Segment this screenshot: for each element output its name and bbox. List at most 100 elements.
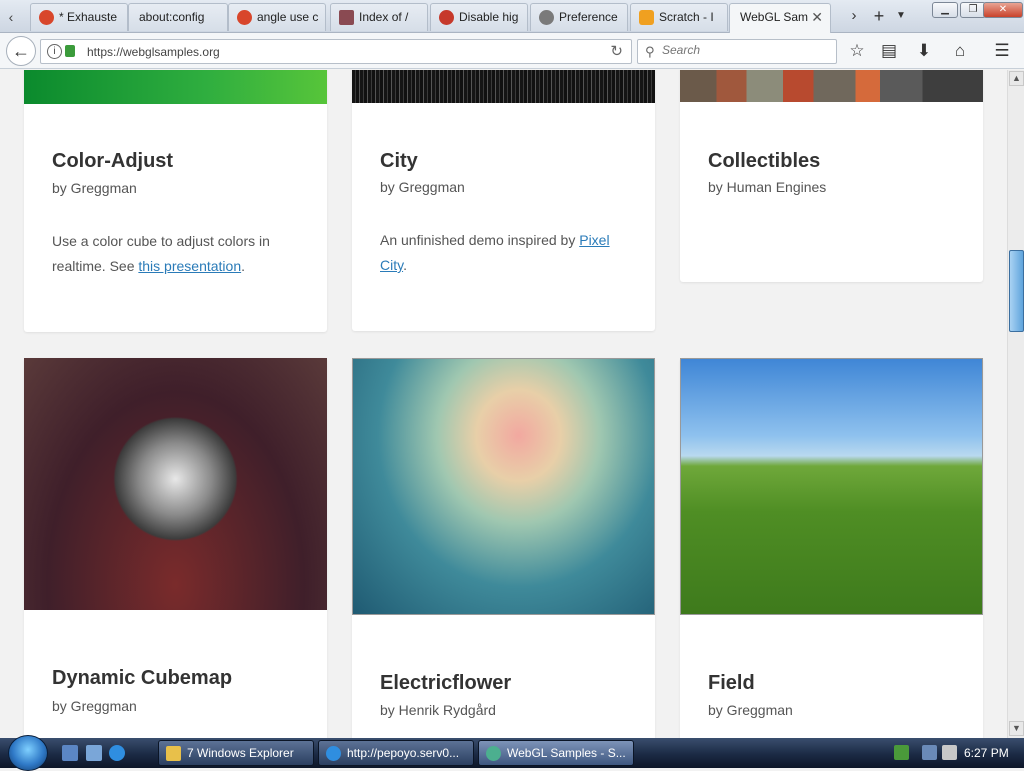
internet-explorer-icon [326,746,341,761]
show-desktop-icon[interactable] [62,745,78,761]
volume-icon[interactable] [942,745,957,760]
tab-angle[interactable]: angle use c [228,3,326,31]
opera-icon [39,10,54,25]
card-author: by Greggman [52,180,137,196]
folder-icon [166,746,181,761]
mozilla-icon [439,10,454,25]
scrollbar-thumb[interactable] [1009,250,1024,332]
info-icon[interactable]: i [47,44,62,59]
arrow-left-icon: ← [12,41,30,61]
card-title[interactable]: Field [708,672,755,695]
tab-label: Index of / [359,10,409,24]
back-button[interactable]: ← [6,36,36,66]
bookmark-star-icon[interactable]: ☆ [846,40,868,62]
color-adjust-thumbnail[interactable] [24,70,327,104]
url-text: https://webglsamples.org [87,45,220,59]
minimize-button[interactable]: ▁ [932,2,958,18]
tab-label: * Exhauste [59,10,118,24]
tab-label: Scratch - I [659,10,714,24]
taskbar-label: http://pepoyo.serv0... [347,746,460,760]
card-title[interactable]: Collectibles [708,150,820,173]
reading-list-icon[interactable]: ▤ [878,40,900,62]
vertical-scrollbar[interactable]: ▲ ▼ [1007,70,1024,738]
search-icon: ⚲ [645,44,655,59]
taskbar-webgl-samples[interactable]: WebGL Samples - S... [478,740,634,766]
system-tray: 6:27 PM [888,740,1024,766]
url-bar[interactable]: i https://webglsamples.org ↻ [40,39,632,64]
card-author: by Human Engines [708,179,827,195]
tab-label: WebGL Sam [740,10,809,24]
tab-label: Disable hig [459,10,519,24]
tab-label: Preference [559,10,618,24]
gear-icon [539,10,554,25]
card-title[interactable]: Color-Adjust [52,150,173,173]
field-thumbnail[interactable] [680,358,983,615]
opera-icon [237,10,252,25]
scratch-icon [639,10,654,25]
card-author: by Greggman [380,179,465,195]
window-switch-icon[interactable] [86,745,102,761]
taskbar-windows-explorer[interactable]: 7 Windows Explorer [158,740,314,766]
start-button[interactable] [8,735,48,771]
scroll-up-button[interactable]: ▲ [1009,71,1024,86]
clock[interactable]: 6:27 PM [964,746,1009,760]
new-tab-button[interactable]: + [870,6,888,26]
tab-preferences[interactable]: Preference [530,3,628,31]
presentation-link[interactable]: this presentation [138,258,241,274]
card-title[interactable]: City [380,150,418,173]
download-icon[interactable]: ⬇ [913,40,935,62]
security-shield-icon[interactable] [894,745,909,760]
browser-icon [486,746,501,761]
card-city[interactable]: City by Greggman An unfinished demo insp… [352,70,655,331]
tab-scroll-right-button[interactable]: › [846,6,862,26]
search-input[interactable] [662,43,832,57]
description-end: . [403,257,407,273]
search-box[interactable]: ⚲ [637,39,837,64]
card-description: Use a color cube to adjust colors in rea… [52,229,302,279]
card-collectibles[interactable]: Collectibles by Human Engines [680,70,983,282]
taskbar-label: WebGL Samples - S... [507,746,626,760]
card-description: An unfinished demo inspired by Pixel Cit… [380,228,630,278]
card-electricflower[interactable]: Electricflower by Henrik Rydgård [352,358,655,738]
tab-exhausted[interactable]: * Exhauste [30,3,128,31]
tab-label: about:config [139,10,205,24]
ff-devtools-icon [339,10,354,25]
close-window-button[interactable]: ✕ [983,2,1023,18]
card-author: by Greggman [52,698,137,714]
tab-scratch[interactable]: Scratch - I [630,3,728,31]
card-dynamic-cubemap[interactable]: Dynamic Cubemap by Greggman [24,358,327,738]
menu-icon[interactable]: ☰ [991,40,1013,62]
card-title[interactable]: Electricflower [380,672,511,695]
page-content: Color-Adjust by Greggman Use a color cub… [0,70,1007,738]
card-color-adjust[interactable]: Color-Adjust by Greggman Use a color cub… [24,70,327,332]
description-text: An unfinished demo inspired by [380,232,580,248]
taskbar-label: 7 Windows Explorer [187,746,294,760]
lock-icon [65,45,75,57]
dynamic-cubemap-thumbnail[interactable] [24,358,327,610]
tab-about-config[interactable]: about:config [128,3,228,31]
tab-list-button[interactable]: ▼ [894,6,908,26]
tab-label: angle use c [257,10,319,24]
tab-bar: ‹ * Exhauste about:config angle use c In… [0,0,1024,33]
internet-explorer-icon[interactable] [109,745,125,761]
collectibles-thumbnail[interactable] [680,70,983,102]
scroll-down-button[interactable]: ▼ [1009,721,1024,736]
navigation-bar: ← i https://webglsamples.org ↻ ⚲ ☆ ▤ ⬇ ⌂… [0,33,1024,69]
card-author: by Henrik Rydgård [380,702,496,718]
network-icon[interactable] [922,745,937,760]
close-tab-icon[interactable]: ✕ [811,4,823,30]
tab-webgl-samples[interactable]: WebGL Sam ✕ [729,3,831,33]
electricflower-thumbnail[interactable] [352,358,655,615]
windows-taskbar: 7 Windows Explorer http://pepoyo.serv0..… [0,735,1024,771]
reload-icon[interactable]: ↻ [610,42,623,60]
tab-index-of[interactable]: Index of / [330,3,428,31]
card-field[interactable]: Field by Greggman [680,358,983,738]
description-end: . [241,258,245,274]
card-author: by Greggman [708,702,793,718]
home-icon[interactable]: ⌂ [949,40,971,62]
city-thumbnail[interactable] [352,70,655,103]
taskbar-ie-window[interactable]: http://pepoyo.serv0... [318,740,474,766]
tab-disable-hig[interactable]: Disable hig [430,3,528,31]
tab-scroll-left-button[interactable]: ‹ [2,4,20,30]
card-title[interactable]: Dynamic Cubemap [52,667,232,690]
